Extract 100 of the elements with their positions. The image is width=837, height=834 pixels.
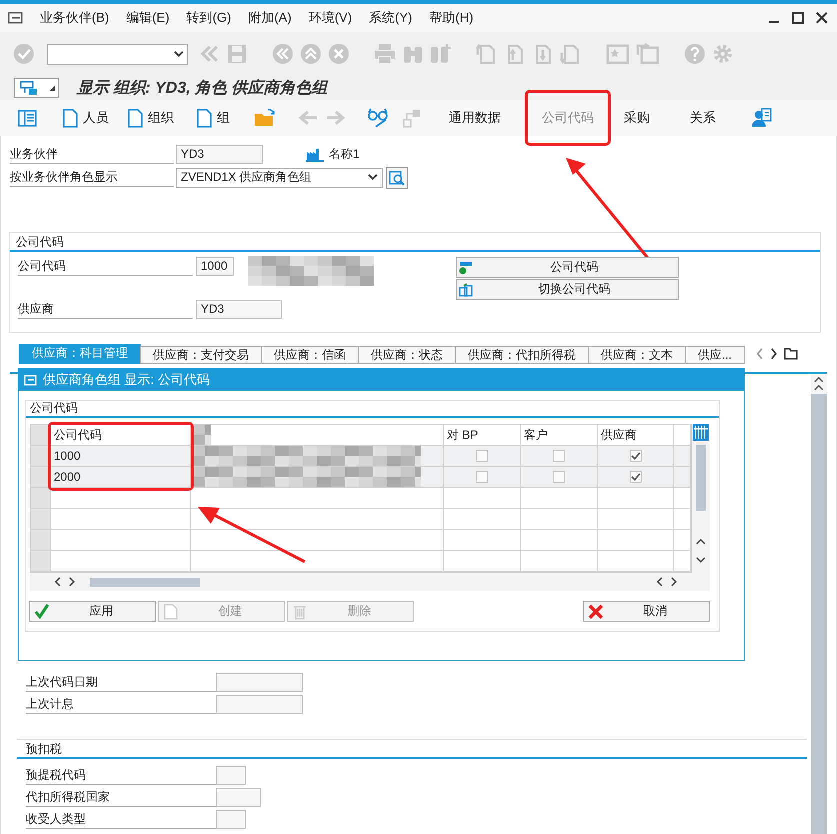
close-icon[interactable] [815, 11, 829, 25]
group-title: 公司代码 [29, 401, 79, 415]
maximize-icon[interactable] [791, 11, 805, 25]
next-icon[interactable] [326, 110, 346, 126]
tab[interactable]: 供应商：状态 [358, 346, 456, 364]
person-icon[interactable] [752, 108, 772, 128]
factory-icon [306, 148, 324, 162]
menu-item[interactable]: 帮助(H) [430, 9, 474, 27]
screen-layout-icon [20, 80, 38, 96]
settings-icon[interactable] [712, 43, 734, 65]
scrollbar[interactable] [696, 445, 706, 511]
cancel-icon [588, 604, 604, 620]
menu-item[interactable]: 业务伙伴(B) [40, 9, 110, 27]
save-icon[interactable] [226, 43, 248, 65]
create-button[interactable]: 人员 [62, 105, 109, 131]
apply-button[interactable]: 应用 [29, 601, 156, 622]
menu-item[interactable]: 附加(A) [248, 9, 292, 27]
menu-item[interactable]: 系统(Y) [369, 9, 412, 27]
menu-item[interactable]: 环境(V) [308, 9, 352, 27]
input-field[interactable] [216, 810, 246, 829]
group-title: 公司代码 [15, 235, 65, 249]
document-icon [62, 108, 79, 128]
menu-item[interactable]: 转到(G) [186, 9, 232, 27]
column-header[interactable]: 公司代码 [51, 425, 191, 446]
previous-icon[interactable] [298, 110, 318, 126]
panel-icon[interactable] [18, 110, 37, 126]
table-cell: 1000 [51, 446, 191, 467]
first-page-icon[interactable] [476, 43, 498, 65]
switch-icon [459, 282, 473, 296]
cancel-icon[interactable] [328, 43, 350, 65]
magnifier-list-icon [389, 170, 405, 186]
scroll-right-icon[interactable] [670, 577, 678, 587]
document-icon [196, 108, 213, 128]
field-label: 业务伙伴 [10, 145, 174, 164]
input-field[interactable]: 1000 [196, 257, 234, 276]
company-code-button[interactable]: 公司代码 [456, 257, 679, 278]
tab[interactable]: 供应商：文本 [588, 346, 686, 364]
layout-menu-button[interactable] [14, 78, 59, 98]
tab-list-icon[interactable] [784, 348, 798, 360]
input-field[interactable]: YD3 [196, 300, 282, 319]
field-label: 上次代码日期 [26, 673, 216, 692]
view-button[interactable]: 关系 [690, 105, 716, 131]
command-field[interactable] [47, 44, 188, 64]
field-label: 代扣所得税国家 [26, 788, 216, 807]
company-code-icon [459, 260, 473, 274]
column-header[interactable]: 客户 [521, 425, 598, 446]
tab[interactable]: 供应商：代扣所得税 [455, 346, 589, 364]
document-icon [163, 604, 179, 620]
scrollbar[interactable] [90, 578, 200, 586]
input-field[interactable] [216, 766, 246, 785]
create-button[interactable]: 组织 [127, 105, 174, 131]
cancel-button[interactable]: 取消 [583, 601, 710, 622]
scroll-right-icon[interactable] [68, 577, 76, 587]
caret-icon [50, 86, 55, 90]
print-icon[interactable] [374, 43, 396, 65]
glasses-icon[interactable] [368, 108, 390, 128]
column-header[interactable] [191, 425, 444, 446]
check-icon [34, 604, 50, 620]
up-icon[interactable] [300, 43, 322, 65]
view-button[interactable]: 采购 [624, 105, 650, 131]
field-label: 供应商 [18, 300, 193, 319]
document-icon [127, 108, 144, 128]
menu-item[interactable]: 编辑(E) [126, 9, 170, 27]
scroll-left-icon[interactable] [656, 577, 664, 587]
group-title: 预扣税 [25, 742, 63, 756]
help-icon[interactable] [684, 43, 706, 65]
tab[interactable]: 供应商：信函 [261, 346, 359, 364]
field-label: 上次计息 [26, 695, 216, 714]
check-icon[interactable] [13, 43, 35, 65]
back-icon[interactable] [200, 44, 220, 64]
value-help-button[interactable] [386, 166, 408, 188]
input-field[interactable]: YD3 [176, 145, 263, 164]
folder-icon[interactable] [254, 109, 276, 127]
column-settings-icon[interactable] [693, 424, 709, 441]
tab[interactable]: 供应商：支付交易 [140, 346, 262, 364]
column-header[interactable]: 供应商 [598, 425, 674, 446]
column-header[interactable]: 对 BP [444, 425, 521, 446]
create-button[interactable]: 组 [196, 105, 230, 131]
table-cell: 2000 [51, 467, 191, 488]
scrollbar[interactable] [811, 394, 827, 834]
role-dropdown[interactable]: ZVEND1X 供应商角色组 [176, 168, 383, 188]
find-next-icon[interactable] [430, 43, 452, 65]
scroll-left-icon[interactable] [54, 577, 62, 587]
input-field[interactable] [216, 695, 303, 714]
exit-icon[interactable] [272, 43, 294, 65]
field-label: 收受人类型 [26, 810, 216, 829]
scroll-right-icon[interactable] [770, 348, 778, 360]
field-label: 按业务伙伴角色显示 [10, 168, 174, 187]
input-field[interactable] [216, 673, 303, 692]
shortcut-icon[interactable] [636, 43, 660, 65]
menu-icon[interactable] [8, 12, 23, 24]
field-label: 预提税代码 [26, 766, 216, 785]
tab[interactable]: 供应... [685, 346, 746, 364]
new-session-icon[interactable] [606, 43, 630, 65]
view-button[interactable]: 通用数据 [449, 105, 501, 131]
last-page-icon[interactable] [560, 43, 582, 65]
input-field[interactable] [216, 788, 261, 807]
dialog-title: 供应商角色组 显示: 公司代码 [43, 371, 210, 389]
switch-company-button[interactable]: 切换公司代码 [456, 279, 679, 300]
hierarchy-icon[interactable] [402, 108, 422, 128]
